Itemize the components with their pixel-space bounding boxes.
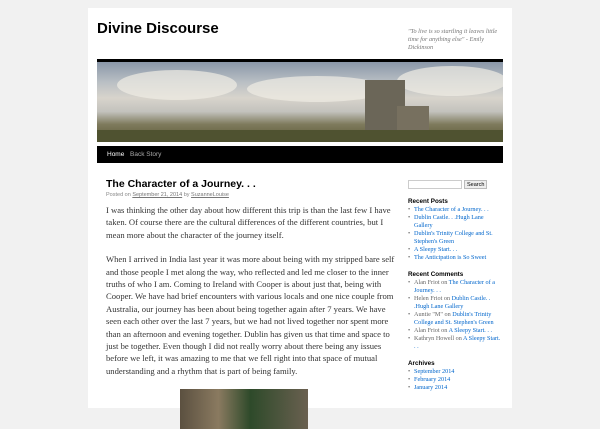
post-title[interactable]: The Character of a Journey. . . bbox=[106, 178, 396, 190]
comment-author: Auntie "M" bbox=[414, 311, 443, 318]
comment-author: Kathryn Howell bbox=[414, 335, 455, 342]
post-date-link[interactable]: September 21, 2014 bbox=[132, 192, 182, 198]
post-paragraph: When I arrived in India last year it was… bbox=[106, 254, 395, 376]
recent-comments-list: Alan Friot on The Character of a Journey… bbox=[408, 279, 503, 351]
posted-on-label: Posted on bbox=[106, 192, 131, 198]
post-meta: Posted on September 21, 2014 by SuzanneL… bbox=[106, 192, 396, 198]
on-label: on bbox=[443, 295, 451, 302]
on-label: on bbox=[455, 335, 462, 342]
on-label: on bbox=[444, 311, 451, 318]
recent-post-link[interactable]: The Character of a Journey. . . bbox=[414, 206, 489, 213]
on-label: on bbox=[441, 279, 448, 286]
list-item: Dublin Castle. . .Hugh Lane Gallery bbox=[408, 214, 503, 230]
recent-post-link[interactable]: Dublin Castle. . .Hugh Lane Gallery bbox=[414, 214, 484, 229]
comment-author: Helen Friot bbox=[414, 295, 443, 302]
list-item: Auntie "M" on Dublin's Trinity College a… bbox=[408, 311, 503, 327]
comment-post-link[interactable]: A Sleepy Start. . . bbox=[449, 327, 492, 334]
list-item: The Anticipation is So Sweet bbox=[408, 254, 503, 262]
nav-back-story[interactable]: Back Story bbox=[130, 151, 161, 158]
list-item: February 2014 bbox=[408, 376, 503, 384]
main-nav: Home Back Story bbox=[97, 146, 503, 163]
list-item: Alan Friot on The Character of a Journey… bbox=[408, 279, 503, 295]
ground bbox=[97, 130, 503, 142]
post: The Character of a Journey. . . Posted o… bbox=[106, 178, 396, 429]
on-label: on bbox=[441, 327, 448, 334]
recent-post-link[interactable]: Dublin's Trinity College and St. Stephen… bbox=[414, 230, 493, 245]
list-item: Alan Friot on A Sleepy Start. . . bbox=[408, 327, 503, 335]
site-title[interactable]: Divine Discourse bbox=[97, 20, 219, 37]
archives-list: September 2014 February 2014 January 201… bbox=[408, 368, 503, 392]
recent-posts-list: The Character of a Journey. . . Dublin C… bbox=[408, 206, 503, 262]
recent-comments-heading: Recent Comments bbox=[408, 271, 464, 278]
nav-home[interactable]: Home bbox=[107, 151, 124, 158]
comment-author: Alan Friot bbox=[414, 327, 440, 334]
recent-post-link[interactable]: The Anticipation is So Sweet bbox=[414, 254, 486, 261]
site-tagline: "To live is so startling it leaves littl… bbox=[408, 28, 498, 51]
search-button[interactable]: Search bbox=[464, 180, 488, 189]
sidebar: Search Recent Posts The Character of a J… bbox=[408, 180, 503, 392]
list-item: Helen Friot on Dublin Castle. . .Hugh La… bbox=[408, 295, 503, 311]
archive-link[interactable]: January 2014 bbox=[414, 384, 447, 391]
archive-link[interactable]: February 2014 bbox=[414, 376, 450, 383]
archives-heading: Archives bbox=[408, 360, 435, 367]
list-item: January 2014 bbox=[408, 384, 503, 392]
archive-link[interactable]: September 2014 bbox=[414, 368, 454, 375]
search-form: Search bbox=[408, 180, 503, 189]
list-item: The Character of a Journey. . . bbox=[408, 206, 503, 214]
author-link[interactable]: SuzanneLouise bbox=[191, 192, 229, 198]
search-input[interactable] bbox=[408, 180, 462, 189]
list-item: September 2014 bbox=[408, 368, 503, 376]
list-item: Dublin's Trinity College and St. Stephen… bbox=[408, 230, 503, 246]
recent-post-link[interactable]: A Sleepy Start. . . bbox=[414, 246, 457, 253]
list-item: Kathryn Howell on A Sleepy Start. . . bbox=[408, 335, 503, 351]
by-label: by bbox=[183, 192, 190, 198]
post-paragraph: I was thinking the other day about how d… bbox=[106, 205, 391, 240]
list-item: A Sleepy Start. . . bbox=[408, 246, 503, 254]
comment-author: Alan Friot bbox=[414, 279, 440, 286]
recent-posts-heading: Recent Posts bbox=[408, 198, 448, 205]
page-wrapper: Divine Discourse "To live is so startlin… bbox=[88, 8, 512, 429]
header-image bbox=[97, 59, 503, 142]
post-photo bbox=[180, 389, 308, 429]
